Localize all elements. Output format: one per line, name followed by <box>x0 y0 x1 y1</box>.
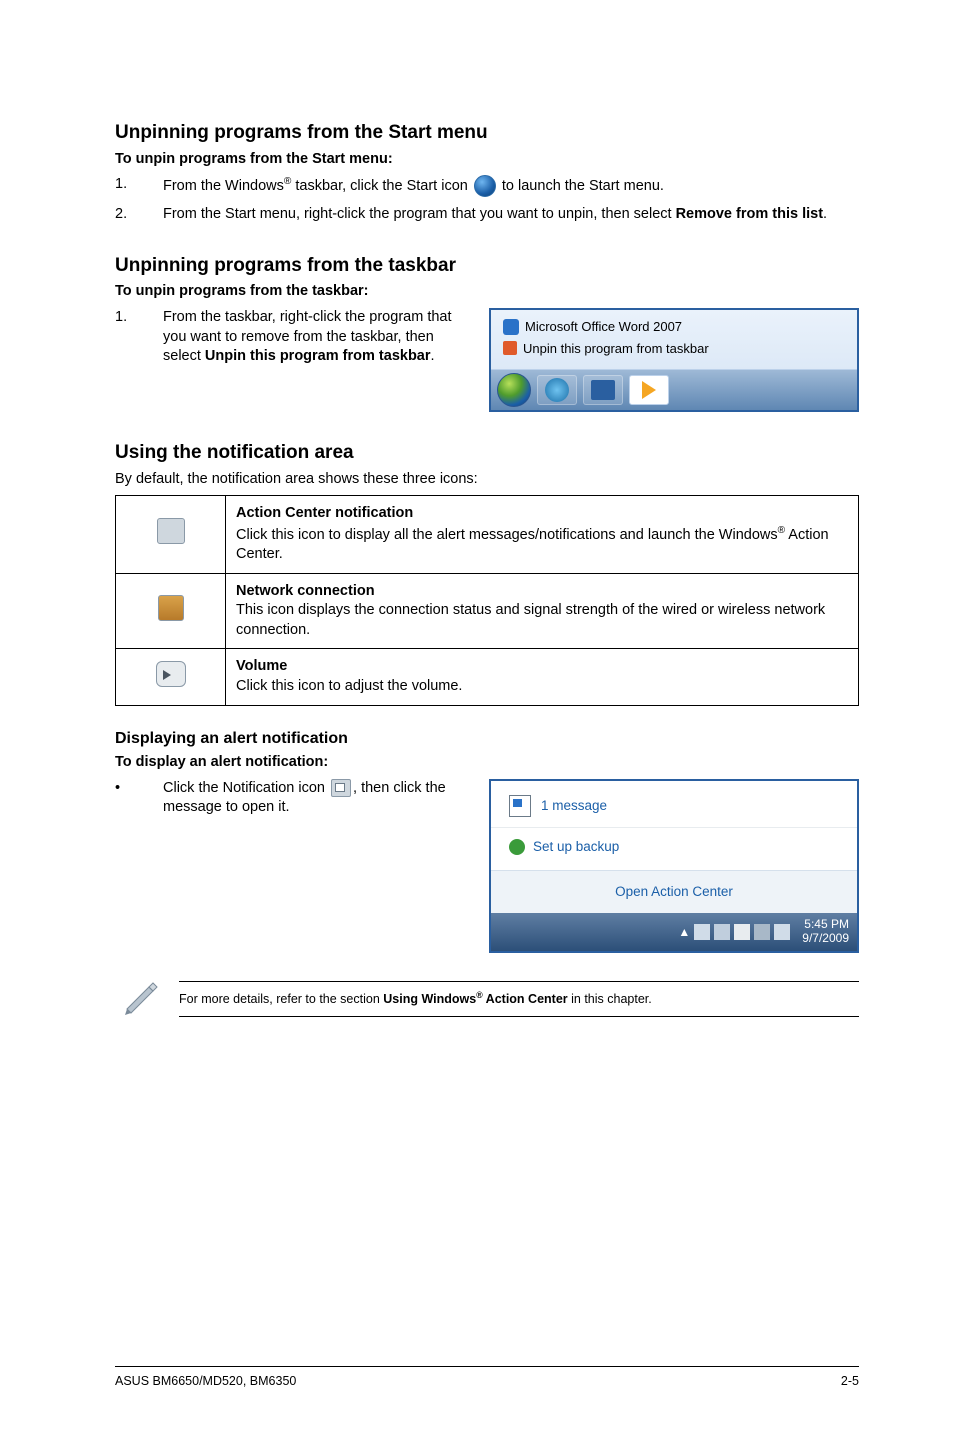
bullet-dot: • <box>115 779 163 818</box>
step-number: 1. <box>115 308 163 367</box>
open-action-center-link[interactable]: Open Action Center <box>491 870 857 913</box>
step-number: 1. <box>115 175 163 197</box>
taskbar-ie-button[interactable] <box>537 375 577 405</box>
bullet-text: Click the Notification icon , then click… <box>163 779 469 818</box>
word-icon <box>503 319 519 335</box>
text: From the Windows <box>163 178 284 194</box>
desc-cell: Volume Click this icon to adjust the vol… <box>226 649 859 705</box>
cell-title: Network connection <box>236 582 848 602</box>
icon-cell <box>116 496 226 574</box>
desc-cell: Network connection This icon displays th… <box>226 573 859 649</box>
table-row: Volume Click this icon to adjust the vol… <box>116 649 859 705</box>
tray-chevron-icon[interactable]: ▲ <box>678 924 690 940</box>
backup-icon <box>509 839 525 855</box>
bold-text: Using Windows <box>383 992 476 1006</box>
text: From the Start menu, right-click the pro… <box>163 206 676 222</box>
heading-alert-notification: Displaying an alert notification <box>115 728 859 750</box>
subhead-unpin-start: To unpin programs from the Start menu: <box>115 150 859 170</box>
tray-icon[interactable] <box>694 924 710 940</box>
menu-item-unpin[interactable]: Unpin this program from taskbar <box>499 338 849 360</box>
cell-title: Volume <box>236 657 848 677</box>
heading-notification-area: Using the notification area <box>115 440 859 466</box>
taskbar <box>491 370 857 410</box>
table-row: Network connection This icon displays th… <box>116 573 859 649</box>
text: in this chapter. <box>568 992 652 1006</box>
tray-date: 9/7/2009 <box>802 932 849 946</box>
taskbar-media-button[interactable] <box>629 375 669 405</box>
icon-cell <box>116 649 226 705</box>
word-icon <box>591 380 615 400</box>
subhead-alert: To display an alert notification: <box>115 753 859 773</box>
alert-setup-row[interactable]: Set up backup <box>491 827 857 870</box>
tray-time: 5:45 PM <box>802 918 849 932</box>
menu-label: Microsoft Office Word 2007 <box>525 318 682 336</box>
step-text: From the taskbar, right-click the progra… <box>163 308 469 367</box>
alert-setup-text: Set up backup <box>533 838 619 856</box>
unpin-icon <box>503 341 517 355</box>
action-center-flag-icon <box>157 518 185 544</box>
text: For more details, refer to the section <box>179 992 383 1006</box>
network-icon <box>158 595 184 621</box>
heading-unpin-taskbar: Unpinning programs from the taskbar <box>115 253 859 279</box>
desc-cell: Action Center notification Click this ic… <box>226 496 859 574</box>
cell-desc: Click this icon to display all the alert… <box>236 524 848 565</box>
tray-clock[interactable]: 5:45 PM 9/7/2009 <box>802 918 849 946</box>
cell-desc: Click this icon to adjust the volume. <box>236 677 848 697</box>
step-number: 2. <box>115 205 163 225</box>
bold-text: Unpin this program from taskbar <box>205 348 431 364</box>
table-row: Action Center notification Click this ic… <box>116 496 859 574</box>
reg-mark: ® <box>778 525 785 536</box>
tray-icon[interactable] <box>714 924 730 940</box>
text: . <box>431 348 435 364</box>
tray-flag-icon[interactable] <box>754 924 770 940</box>
icon-cell <box>116 573 226 649</box>
page-footer: ASUS BM6650/MD520, BM6350 2-5 <box>115 1366 859 1390</box>
start-orb-icon <box>474 175 496 197</box>
footer-model: ASUS BM6650/MD520, BM6350 <box>115 1373 296 1390</box>
notification-flag-icon <box>331 779 351 797</box>
note-callout: For more details, refer to the section U… <box>115 981 859 1017</box>
menu-label: Unpin this program from taskbar <box>523 340 709 358</box>
step-1: 1. From the Windows® taskbar, click the … <box>115 175 859 197</box>
bold-text: Action Center <box>483 992 568 1006</box>
text: Click the Notification icon <box>163 780 329 796</box>
footer-page-number: 2-5 <box>841 1373 859 1390</box>
notification-icons-table: Action Center notification Click this ic… <box>115 495 859 705</box>
menu-item-word[interactable]: Microsoft Office Word 2007 <box>499 316 849 338</box>
flag-icon <box>509 795 531 817</box>
step-2: 2. From the Start menu, right-click the … <box>115 205 859 225</box>
intro-text: By default, the notification area shows … <box>115 470 859 490</box>
volume-icon <box>156 661 186 687</box>
bullet-item: • Click the Notification icon , then cli… <box>115 779 469 818</box>
start-orb-icon[interactable] <box>497 373 531 407</box>
step-text: From the Start menu, right-click the pro… <box>163 205 859 225</box>
alert-popup-window: 1 message Set up backup Open Action Cent… <box>489 779 859 953</box>
subhead-unpin-taskbar: To unpin programs from the taskbar: <box>115 282 859 302</box>
system-tray: ▲ 5:45 PM 9/7/2009 <box>491 913 857 951</box>
unpin-context-window: Microsoft Office Word 2007 Unpin this pr… <box>489 308 859 412</box>
tray-volume-icon[interactable] <box>734 924 750 940</box>
step-text: From the Windows® taskbar, click the Sta… <box>163 175 859 197</box>
text: taskbar, click the Start icon <box>291 178 472 194</box>
play-icon <box>642 381 656 399</box>
text: to launch the Start menu. <box>498 178 664 194</box>
pencil-icon <box>121 975 161 1015</box>
ie-icon <box>545 378 569 402</box>
cell-title: Action Center notification <box>236 504 848 524</box>
cell-desc: This icon displays the connection status… <box>236 601 848 640</box>
heading-unpin-start: Unpinning programs from the Start menu <box>115 120 859 146</box>
note-text: For more details, refer to the section U… <box>179 981 859 1017</box>
step-1: 1. From the taskbar, right-click the pro… <box>115 308 469 367</box>
bold-text: Remove from this list <box>676 206 823 222</box>
alert-msg-text: 1 message <box>541 797 607 815</box>
text: Click this icon to display all the alert… <box>236 527 778 543</box>
alert-message-row[interactable]: 1 message <box>491 781 857 827</box>
taskbar-word-button[interactable] <box>583 375 623 405</box>
tray-icon[interactable] <box>774 924 790 940</box>
text: . <box>823 206 827 222</box>
